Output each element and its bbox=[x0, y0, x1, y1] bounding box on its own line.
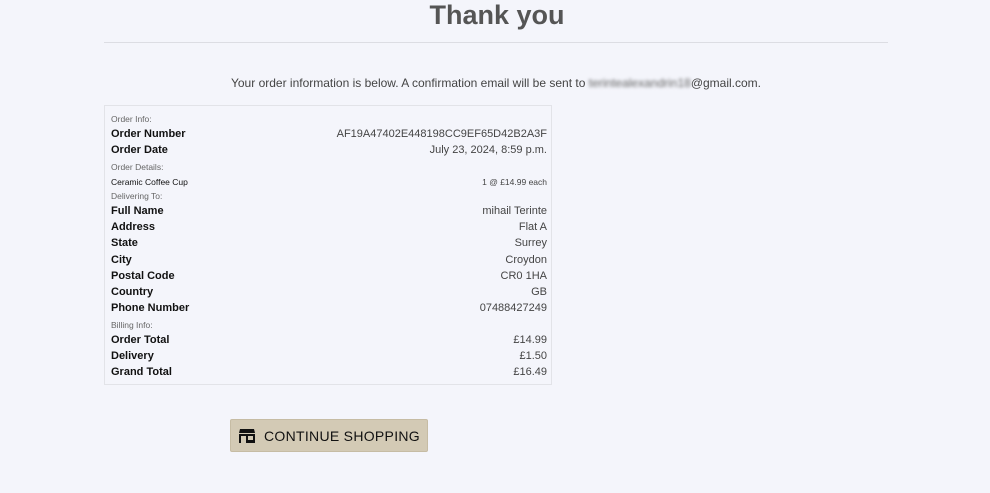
email-domain: @gmail.com. bbox=[690, 76, 762, 90]
grand-total-row: Grand Total £16.49 bbox=[111, 366, 547, 378]
order-summary-card: Order Info: Order Number AF19A47402E4481… bbox=[104, 105, 552, 385]
order-total-row: Order Total £14.99 bbox=[111, 334, 547, 346]
address-row: Address Flat A bbox=[111, 221, 547, 233]
delivery-value: £1.50 bbox=[519, 350, 547, 362]
shop-icon bbox=[238, 428, 256, 443]
continue-shopping-button[interactable]: CONTINUE SHOPPING bbox=[230, 419, 428, 452]
confirmation-text: Your order information is below. A confi… bbox=[230, 76, 589, 90]
order-details-heading: Order Details: bbox=[111, 162, 164, 172]
billing-info-heading: Billing Info: bbox=[111, 320, 153, 330]
city-label: City bbox=[111, 254, 132, 266]
postal-code-row: Postal Code CR0 1HA bbox=[111, 270, 547, 282]
page-title: Thank you bbox=[429, 0, 565, 30]
order-number-row: Order Number AF19A47402E448198CC9EF65D42… bbox=[111, 128, 547, 140]
order-number-value: AF19A47402E448198CC9EF65D42B2A3F bbox=[336, 128, 547, 140]
country-value: GB bbox=[531, 286, 547, 298]
postal-code-label: Postal Code bbox=[111, 270, 175, 282]
order-total-label: Order Total bbox=[111, 334, 170, 346]
delivering-to-heading: Delivering To: bbox=[111, 191, 163, 201]
delivery-label: Delivery bbox=[111, 350, 154, 362]
item-qty-price: 1 @ £14.99 each bbox=[482, 177, 547, 187]
confirmation-message: Your order information is below. A confi… bbox=[0, 76, 990, 90]
country-label: Country bbox=[111, 286, 154, 298]
continue-shopping-label: CONTINUE SHOPPING bbox=[263, 427, 420, 444]
address-value: Flat A bbox=[518, 221, 547, 233]
phone-number-row: Phone Number 07488427249 bbox=[111, 302, 547, 314]
full-name-row: Full Name mihail Terinte bbox=[111, 205, 547, 217]
order-date-value: July 23, 2024, 8:59 p.m. bbox=[429, 144, 547, 156]
address-label: Address bbox=[111, 221, 156, 233]
grand-total-label: Grand Total bbox=[111, 366, 172, 378]
city-row: City Croydon bbox=[111, 254, 547, 266]
order-date-label: Order Date bbox=[111, 144, 168, 156]
order-total-value: £14.99 bbox=[513, 334, 547, 346]
city-value: Croydon bbox=[505, 254, 547, 266]
order-info-heading: Order Info: bbox=[111, 114, 152, 124]
phone-number-value: 07488427249 bbox=[479, 302, 547, 314]
delivery-row: Delivery £1.50 bbox=[111, 350, 547, 362]
full-name-value: mihail Terinte bbox=[482, 205, 547, 217]
title-divider bbox=[104, 42, 888, 43]
state-row: State Surrey bbox=[111, 237, 547, 249]
state-label: State bbox=[111, 237, 138, 249]
item-name: Ceramic Coffee Cup bbox=[111, 177, 188, 187]
phone-number-label: Phone Number bbox=[111, 302, 190, 314]
order-date-row: Order Date July 23, 2024, 8:59 p.m. bbox=[111, 144, 547, 156]
postal-code-value: CR0 1HA bbox=[500, 270, 547, 282]
full-name-label: Full Name bbox=[111, 205, 164, 217]
line-item-row: Ceramic Coffee Cup 1 @ £14.99 each bbox=[111, 177, 547, 187]
country-row: Country GB bbox=[111, 286, 547, 298]
grand-total-value: £16.49 bbox=[513, 366, 547, 378]
order-number-label: Order Number bbox=[111, 128, 186, 140]
state-value: Surrey bbox=[514, 237, 547, 249]
email-user-redacted: terintealexandrin18 bbox=[588, 76, 691, 90]
